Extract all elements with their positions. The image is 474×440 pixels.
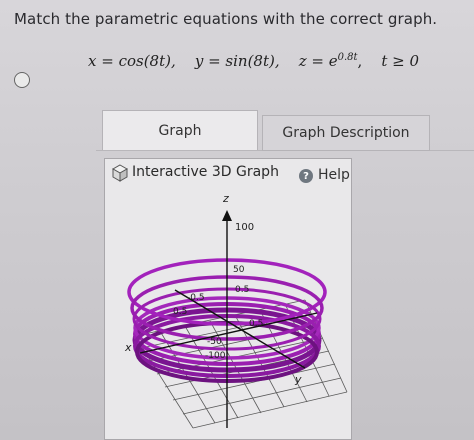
z-equation-exponent: 0.8t — [337, 52, 358, 63]
z-tick-50: 50 — [233, 265, 245, 275]
y-tick-left: 0.5 — [173, 307, 187, 317]
x-equation: x = cos(8t), — [88, 52, 176, 70]
x-tick-neg: -0.5 — [187, 293, 205, 303]
help-label: Help — [318, 167, 350, 183]
x-axis-label: x — [124, 341, 132, 354]
tab-graph[interactable]: Graph — [102, 110, 258, 150]
y-axis-label: y — [294, 373, 302, 386]
z-axis-arrow — [222, 210, 232, 221]
x-tick-pos: 0.5 — [235, 285, 249, 295]
parametric-equation: x = cos(8t), y = sin(8t), z = e0.8t, t ≥… — [88, 52, 420, 70]
y-equation: y = sin(8t), — [194, 52, 280, 70]
z-tick-neg50: -50 — [207, 337, 222, 347]
question-prompt: Match the parametric equations with the … — [14, 10, 438, 28]
answer-radio-button[interactable] — [14, 72, 30, 88]
graph-title: Interactive 3D Graph — [132, 164, 279, 180]
cube-icon — [111, 164, 129, 182]
help-icon: ? — [299, 169, 313, 183]
z-tick-100: 100 — [235, 222, 254, 233]
z-axis-label: z — [222, 192, 229, 205]
z-equation-base: z = e — [298, 52, 338, 70]
z-tick-neg100: -100 — [205, 351, 226, 361]
graph-3d-plot[interactable]: z 100 50 -0.5 0.5 0.5 0.5 -50 -100 x y — [105, 188, 351, 440]
tab-graph-description-label: Graph Description — [282, 125, 410, 141]
graph-panel-header: Interactive 3D Graph ? Help — [106, 161, 350, 187]
tab-graph-description[interactable]: Graph Description — [262, 115, 430, 151]
domain-condition: t ≥ 0 — [381, 52, 420, 70]
y-tick-right: 0.5 — [249, 319, 263, 329]
tab-graph-label: Graph — [158, 122, 202, 139]
